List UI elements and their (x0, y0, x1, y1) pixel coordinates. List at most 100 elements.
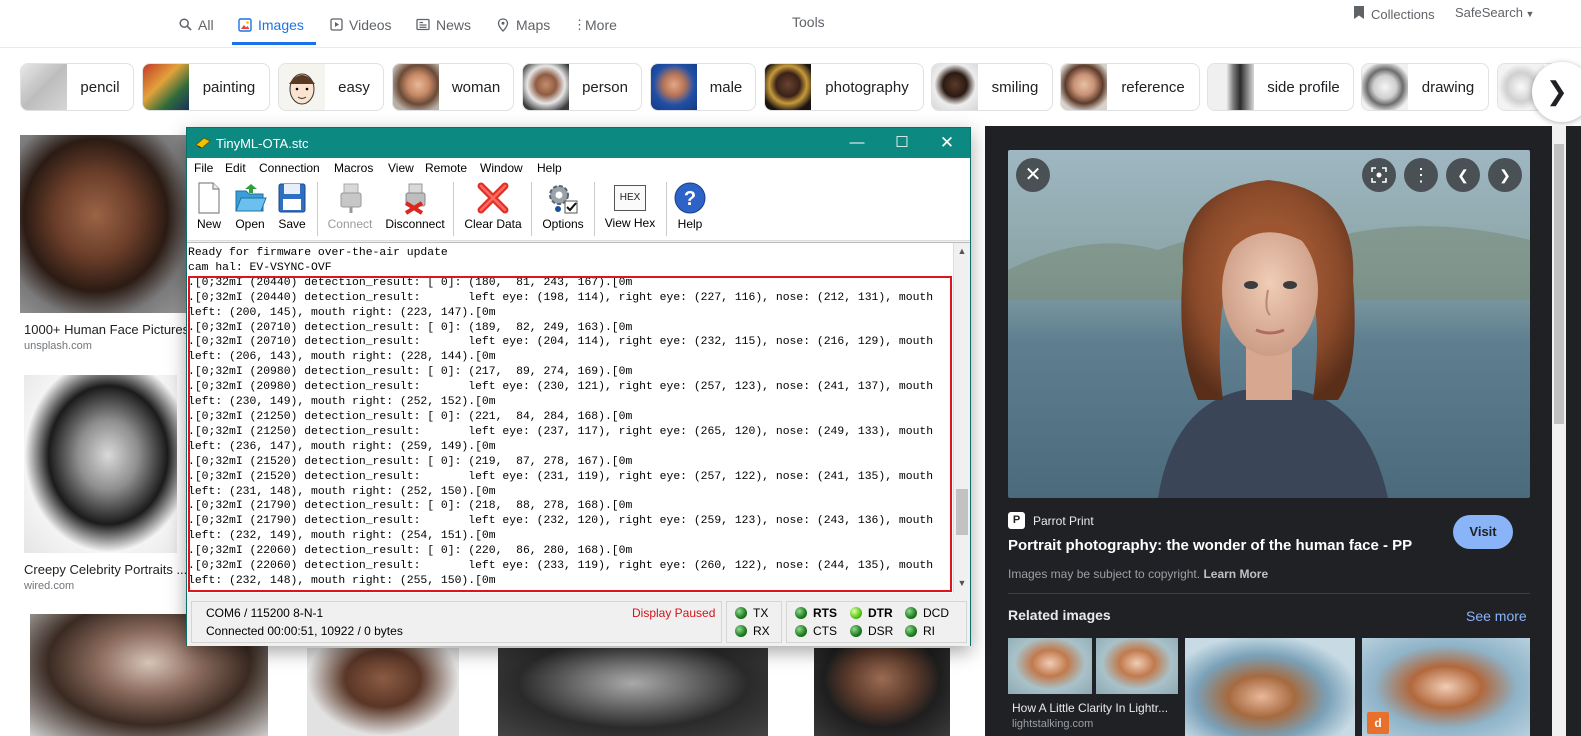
chevron-left-icon[interactable]: ❮ (1446, 158, 1480, 192)
chip-smiling[interactable]: smiling (931, 63, 1053, 111)
collections-button[interactable]: Collections (1353, 5, 1435, 23)
chip-painting[interactable]: painting (142, 63, 270, 111)
chip-thumbnail (1362, 64, 1408, 110)
scroll-up-icon[interactable]: ▲ (954, 243, 970, 259)
status-bar: COM6 / 115200 8-N-1 Connected 00:00:51, … (187, 598, 970, 646)
more-vert-icon[interactable]: ⋮ (1404, 158, 1438, 192)
save-disk-icon (278, 183, 306, 213)
help-question-icon: ? (674, 182, 706, 214)
dtr-led-icon[interactable] (850, 607, 862, 619)
disconnect-label: Disconnect (385, 217, 445, 231)
related-caption[interactable]: How A Little Clarity In Lightr... (1012, 701, 1168, 715)
disconnect-button[interactable]: Disconnect (384, 181, 446, 239)
preview-image[interactable] (1008, 150, 1530, 498)
chip-label: person (582, 78, 628, 96)
scrollbar-thumb[interactable] (1554, 144, 1564, 424)
chevron-right-icon[interactable]: ❯ (1488, 158, 1522, 192)
visit-button[interactable]: Visit (1453, 515, 1513, 549)
detection-highlight-box (188, 276, 952, 592)
preview-title[interactable]: Portrait photography: the wonder of the … (1008, 537, 1412, 554)
view-hex-label: View Hex (604, 216, 656, 230)
divider (1008, 593, 1530, 594)
tab-all[interactable]: All (178, 14, 214, 36)
chip-label: woman (451, 78, 501, 96)
window-title: TinyML-OTA.stc (216, 136, 309, 151)
chip-thumbnail (765, 64, 811, 110)
chip-pencil[interactable]: pencil (20, 63, 134, 111)
clear-data-button[interactable]: Clear Data (463, 181, 523, 239)
menu-connection[interactable]: Connection (259, 161, 320, 175)
lens-icon[interactable] (1362, 158, 1396, 192)
result-image[interactable] (307, 648, 459, 736)
related-image[interactable] (1008, 638, 1092, 694)
result-source: wired.com (24, 580, 75, 592)
console-scrollbar[interactable]: ▲ ▼ (953, 243, 970, 593)
tab-images[interactable]: Images (238, 14, 304, 36)
menu-window[interactable]: Window (480, 161, 523, 175)
options-button[interactable]: Options (539, 181, 587, 239)
result-image[interactable] (24, 375, 177, 553)
connect-button[interactable]: Connect (325, 181, 375, 239)
search-icon (178, 18, 192, 32)
rts-led-icon[interactable] (795, 607, 807, 619)
dcd-led-icon (905, 607, 917, 619)
related-image[interactable] (1096, 638, 1178, 694)
caret-down-icon: ▼ (1522, 9, 1535, 19)
learn-more-link[interactable]: Learn More (1203, 567, 1268, 581)
clear-x-icon (477, 182, 509, 214)
dcd-label: DCD (923, 606, 949, 620)
safesearch-dropdown[interactable]: SafeSearch ▼ (1455, 5, 1534, 20)
related-image[interactable] (1185, 638, 1355, 736)
close-icon[interactable]: ✕ (1016, 158, 1050, 192)
chip-male[interactable]: male (650, 63, 756, 111)
chip-label: drawing (1421, 78, 1475, 96)
save-button[interactable]: Save (275, 181, 309, 239)
minimize-icon[interactable]: — (834, 128, 880, 158)
see-more-link[interactable]: See more (1466, 608, 1527, 624)
chip-side-profile[interactable]: side profile (1207, 63, 1354, 111)
scroll-down-icon[interactable]: ▼ (954, 575, 970, 591)
toolbar-separator (317, 182, 318, 236)
tab-images-label: Images (258, 17, 304, 33)
close-window-icon[interactable]: ✕ (924, 128, 970, 158)
menu-remote[interactable]: Remote (425, 161, 467, 175)
view-hex-button[interactable]: HEX View Hex (601, 181, 659, 239)
tab-news[interactable]: News (416, 14, 471, 36)
tab-maps[interactable]: Maps (496, 14, 550, 36)
chip-label: easy (338, 78, 370, 96)
chip-person[interactable]: person (522, 63, 642, 111)
result-image[interactable] (814, 648, 950, 736)
new-button[interactable]: New (193, 181, 225, 239)
result-title[interactable]: 1000+ Human Face Pictures | (24, 322, 196, 337)
scrollbar-thumb[interactable] (956, 489, 968, 535)
terminal-output[interactable]: Ready for firmware over-the-air update ca… (187, 242, 970, 593)
ri-led-icon (905, 625, 917, 637)
chevron-right-icon[interactable]: ❯ (1532, 62, 1581, 122)
chip-drawing[interactable]: drawing (1361, 63, 1489, 111)
menu-help[interactable]: Help (537, 161, 562, 175)
options-label: Options (542, 217, 584, 231)
result-title[interactable]: Creepy Celebrity Portraits ... (24, 562, 187, 577)
menu-view[interactable]: View (388, 161, 414, 175)
chip-reference[interactable]: reference (1060, 63, 1200, 111)
page-scrollbar[interactable] (1552, 126, 1566, 736)
site-badge-icon: d (1367, 712, 1389, 734)
chip-photography[interactable]: photography (764, 63, 924, 111)
menu-edit[interactable]: Edit (225, 161, 246, 175)
help-button[interactable]: ? Help (672, 181, 708, 239)
result-image[interactable] (498, 648, 768, 736)
tab-more[interactable]: ⋮ More (573, 14, 617, 36)
chip-woman[interactable]: woman (392, 63, 514, 111)
preview-source[interactable]: P Parrot Print (1008, 512, 1094, 529)
toolbar-separator (594, 182, 595, 236)
tab-videos[interactable]: Videos (329, 14, 392, 36)
tab-videos-label: Videos (349, 17, 392, 33)
chip-easy[interactable]: easy (278, 63, 384, 111)
menu-macros[interactable]: Macros (334, 161, 373, 175)
maximize-icon[interactable]: ☐ (879, 128, 925, 158)
open-button[interactable]: Open (231, 181, 269, 239)
result-image[interactable] (20, 135, 188, 313)
menu-file[interactable]: File (194, 161, 213, 175)
window-titlebar[interactable]: TinyML-OTA.stc — ☐ ✕ (187, 128, 970, 158)
tools-button[interactable]: Tools (792, 14, 825, 30)
